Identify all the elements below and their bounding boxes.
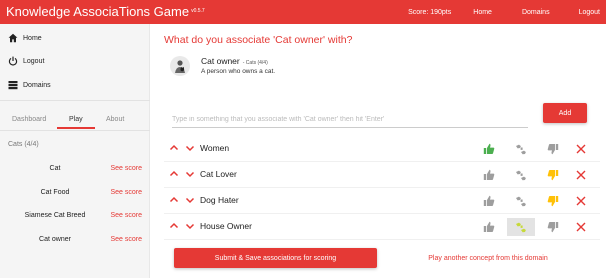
app-title-text: Knowledge AssociaTions Game (6, 4, 190, 19)
play-another-button[interactable]: Play another concept from this domain (382, 248, 594, 268)
submit-save-button[interactable]: Submit & Save associations for scoring (174, 248, 377, 268)
concept-title: Cat owner - Cats (4/4) (201, 56, 268, 66)
app-version: v0.5.7 (191, 8, 205, 14)
home-icon (8, 33, 18, 43)
sidebar-item-label: Domains (23, 81, 51, 89)
concept-subtitle: - Cats (4/4) (242, 60, 268, 66)
association-label: Women (200, 143, 230, 153)
move-up-icon[interactable] (168, 194, 180, 206)
sidebar-item-domains[interactable]: Domains (8, 79, 51, 91)
main-panel: What do you associate 'Cat owner' with? … (150, 24, 606, 278)
sidebar-divider (0, 130, 150, 131)
sidebar-item-home[interactable]: Home (8, 32, 42, 44)
domain-label: Cats (4/4) (8, 141, 39, 148)
thumbs-up-icon[interactable] (475, 166, 503, 184)
see-score-link[interactable]: See score (110, 212, 142, 219)
concept-name: Cat (49, 165, 61, 172)
sidebar-item-logout[interactable]: Logout (8, 55, 44, 67)
association-label: Dog Hater (200, 195, 239, 205)
move-up-icon[interactable] (168, 220, 180, 232)
app-title[interactable]: Knowledge AssociaTions Game v0.5.7 (6, 4, 205, 19)
see-score-link[interactable]: See score (110, 236, 142, 243)
remove-icon[interactable] (574, 220, 588, 234)
concept-name: Siamese Cat Breed (24, 212, 86, 219)
association-row: House Owner (164, 216, 600, 240)
tab-play[interactable]: Play (69, 116, 83, 123)
concept-description: A person who owns a cat. (201, 68, 276, 75)
question-heading: What do you associate 'Cat owner' with? (164, 34, 353, 46)
thumbs-up-icon[interactable] (475, 218, 503, 236)
concept-row: Cat owner See score (0, 236, 150, 248)
association-input-wrapper (172, 112, 528, 128)
active-tab-indicator (57, 127, 95, 129)
thumbs-neutral-icon[interactable] (507, 166, 535, 184)
association-row: Women (164, 138, 600, 162)
concept-name: Cat Food (40, 189, 70, 196)
nav-logout-link[interactable]: Logout (579, 9, 600, 16)
thumbs-neutral-icon[interactable] (507, 140, 535, 158)
move-up-icon[interactable] (168, 168, 180, 180)
top-bar: Knowledge AssociaTions Game v0.5.7 Score:… (0, 0, 606, 24)
see-score-link[interactable]: See score (110, 189, 142, 196)
remove-icon[interactable] (574, 168, 588, 182)
nav-home-link[interactable]: Home (473, 9, 492, 16)
power-icon (8, 56, 18, 66)
move-down-icon[interactable] (184, 220, 196, 232)
see-score-link[interactable]: See score (110, 165, 142, 172)
association-row: Cat Lover (164, 164, 600, 188)
thumbs-neutral-icon[interactable] (507, 192, 535, 210)
concept-row: Siamese Cat Breed See score (0, 212, 150, 224)
remove-icon[interactable] (574, 142, 588, 156)
concept-title-text: Cat owner (201, 56, 240, 66)
association-label: House Owner (200, 221, 252, 231)
move-up-icon[interactable] (168, 142, 180, 154)
association-label: Cat Lover (200, 169, 237, 179)
sidebar-item-label: Logout (23, 57, 45, 65)
thumbs-down-icon[interactable] (539, 140, 567, 158)
thumbs-up-icon[interactable] (475, 140, 503, 158)
association-input[interactable] (172, 112, 528, 126)
thumbs-up-icon[interactable] (475, 192, 503, 210)
thumbs-down-icon[interactable] (539, 218, 567, 236)
sidebar-item-label: Home (23, 34, 42, 42)
add-button[interactable]: Add (543, 103, 587, 123)
domains-icon (8, 80, 18, 90)
concept-row: Cat See score (0, 165, 150, 177)
tab-dashboard[interactable]: Dashboard (12, 116, 46, 123)
association-row: Dog Hater (164, 190, 600, 214)
sidebar: Home Logout Domains Dashboard Play About… (0, 24, 150, 278)
move-down-icon[interactable] (184, 194, 196, 206)
thumbs-neutral-icon[interactable] (507, 218, 535, 236)
move-down-icon[interactable] (184, 142, 196, 154)
thumbs-down-icon[interactable] (539, 192, 567, 210)
concept-name: Cat owner (39, 236, 71, 243)
cat-owner-avatar (170, 56, 190, 76)
move-down-icon[interactable] (184, 168, 196, 180)
nav-domains-link[interactable]: Domains (522, 9, 550, 16)
concept-row: Cat Food See score (0, 189, 150, 201)
remove-icon[interactable] (574, 194, 588, 208)
top-nav: Score: 190pts Home Domains Logout (408, 0, 606, 24)
thumbs-down-icon[interactable] (539, 166, 567, 184)
score-display: Score: 190pts (408, 8, 452, 16)
sidebar-divider (0, 100, 150, 101)
tab-about[interactable]: About (106, 116, 124, 123)
